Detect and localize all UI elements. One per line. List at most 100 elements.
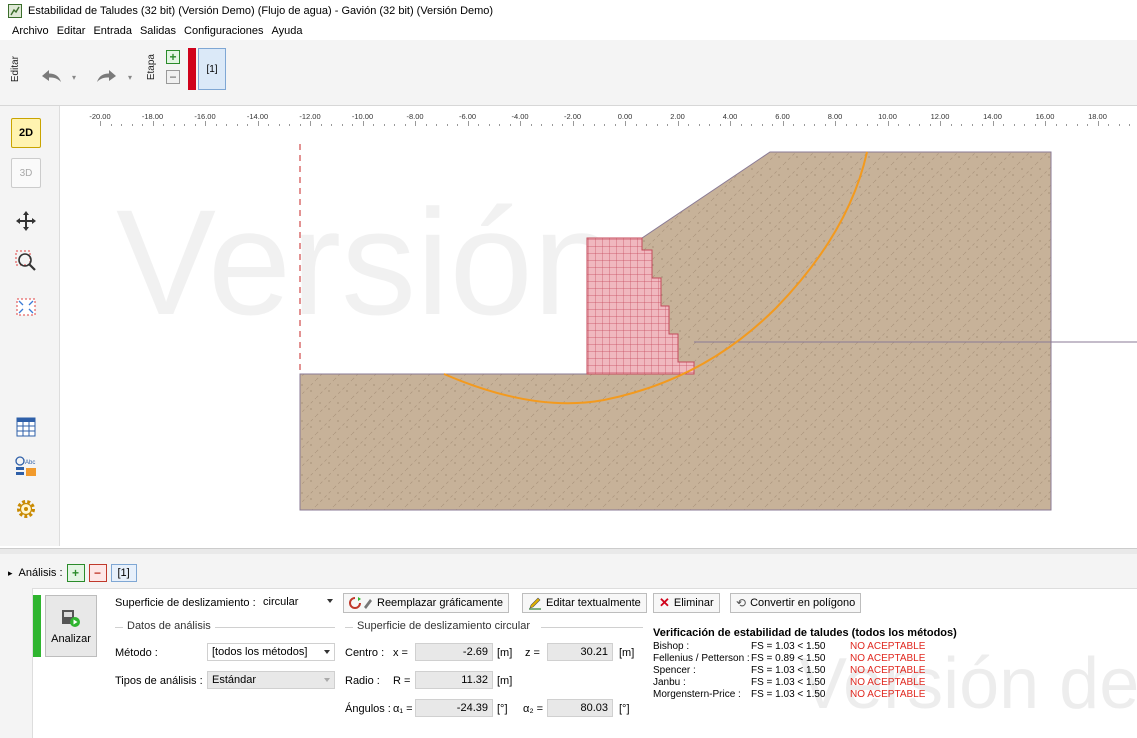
analyze-button[interactable]: Analizar bbox=[45, 595, 97, 657]
ruler-tick bbox=[1097, 121, 1099, 126]
analysis-type-select[interactable]: Estándar bbox=[207, 671, 335, 689]
method-value: [todos los métodos] bbox=[212, 646, 308, 658]
analyze-icon bbox=[62, 610, 80, 627]
svg-text:Abc: Abc bbox=[25, 460, 35, 466]
view-sidebar: 2D 3D Abc bbox=[0, 106, 60, 546]
convert-polygon-label: Convertir en polígono bbox=[750, 597, 856, 609]
ruler-tick bbox=[866, 124, 868, 126]
analyze-button-label: Analizar bbox=[51, 633, 91, 645]
ruler-tick bbox=[803, 124, 805, 126]
move-icon bbox=[16, 211, 36, 231]
alpha2-input[interactable]: 80.03 bbox=[547, 699, 613, 717]
model-canvas[interactable]: Versión dem bbox=[64, 128, 1137, 548]
add-analysis-button[interactable]: + bbox=[66, 564, 85, 582]
radius-input[interactable]: 11.32 bbox=[415, 671, 493, 689]
chevron-down-icon bbox=[324, 678, 330, 682]
minus-icon: − bbox=[169, 70, 177, 84]
redo-dropdown-icon[interactable]: ▾ bbox=[128, 73, 132, 82]
menu-configuraciones[interactable]: Configuraciones bbox=[184, 25, 264, 37]
alpha2-label: α₂ = bbox=[523, 703, 544, 715]
ruler-tick bbox=[236, 124, 238, 126]
move-button[interactable] bbox=[11, 206, 41, 236]
r-unit: [m] bbox=[497, 675, 513, 687]
remove-stage-button[interactable]: − bbox=[166, 70, 180, 84]
stage-tab-1[interactable]: [1] bbox=[198, 48, 226, 90]
ruler-tick bbox=[1076, 124, 1078, 126]
ruler-tick bbox=[1066, 124, 1067, 126]
ruler-tick bbox=[940, 121, 941, 126]
minus-icon: − bbox=[94, 566, 102, 580]
ruler-tick bbox=[1129, 124, 1130, 126]
undo-dropdown-icon[interactable]: ▾ bbox=[72, 73, 76, 82]
view-3d-button[interactable]: 3D bbox=[11, 158, 41, 188]
ruler-tick bbox=[499, 124, 500, 126]
ruler-tick-label: 16.00 bbox=[1035, 112, 1055, 121]
ruler-tick bbox=[761, 124, 763, 126]
ruler-tick-label: 14.00 bbox=[983, 112, 1002, 121]
ruler-tick-label: 10.00 bbox=[878, 112, 897, 121]
table-view-button[interactable] bbox=[11, 412, 41, 442]
ruler-tick bbox=[184, 124, 185, 126]
add-stage-button[interactable]: + bbox=[166, 50, 180, 64]
undo-button[interactable] bbox=[36, 64, 66, 88]
delete-button[interactable]: ✕ Eliminar bbox=[653, 593, 720, 613]
ruler-tick bbox=[656, 124, 658, 126]
ruler-tick bbox=[205, 121, 206, 126]
ruler-tick bbox=[877, 124, 878, 126]
ruler-tick bbox=[824, 124, 826, 126]
zoom-icon bbox=[15, 250, 36, 271]
circle-group-title: Superficie de deslizamiento circular bbox=[357, 620, 531, 632]
analysis-panel: ▸ Análisis : + − [1] Versión de Analizar… bbox=[0, 554, 1137, 738]
replace-graphically-button[interactable]: Reemplazar gráficamente bbox=[343, 593, 509, 613]
ruler-tick bbox=[845, 124, 847, 126]
ruler-tick bbox=[362, 121, 364, 126]
labels-button[interactable]: Abc bbox=[11, 452, 41, 482]
analysis-stage-bar: ▸ Análisis : + − [1] bbox=[8, 562, 137, 584]
ruler-tick bbox=[121, 124, 122, 126]
menu-ayuda[interactable]: Ayuda bbox=[272, 25, 303, 37]
ruler-tick bbox=[646, 124, 647, 126]
zoom-extents-button[interactable] bbox=[11, 292, 41, 322]
center-z-input[interactable]: 30.21 bbox=[547, 643, 613, 661]
ruler-tick bbox=[1108, 124, 1109, 126]
remove-analysis-button[interactable]: − bbox=[88, 564, 107, 582]
method-select[interactable]: [todos los métodos] bbox=[207, 643, 335, 661]
slip-surface-select[interactable]: circular bbox=[259, 593, 337, 611]
ruler-tick bbox=[583, 124, 584, 126]
replace-graphically-label: Reemplazar gráficamente bbox=[377, 597, 503, 609]
ruler-tick bbox=[173, 124, 175, 126]
alpha1-input[interactable]: -24.39 bbox=[415, 699, 493, 717]
ruler-tick bbox=[415, 121, 416, 126]
result-method-janbu: Janbu : bbox=[653, 677, 686, 688]
ruler-tick bbox=[331, 124, 332, 126]
slope-model-drawing bbox=[299, 144, 1137, 511]
menu-entrada[interactable]: Entrada bbox=[93, 25, 132, 37]
alpha1-label: α₁ = bbox=[393, 703, 413, 715]
gear-icon bbox=[17, 500, 35, 518]
convert-polygon-button[interactable]: ⟲ Convertir en polígono bbox=[730, 593, 862, 613]
redo-button[interactable] bbox=[92, 64, 122, 88]
view-2d-button[interactable]: 2D bbox=[11, 118, 41, 148]
x-unit: [m] bbox=[497, 647, 513, 659]
analysis-tab-1[interactable]: [1] bbox=[110, 564, 137, 582]
ruler-tick bbox=[782, 121, 784, 126]
zoom-button[interactable] bbox=[11, 246, 41, 276]
angles-label: Ángulos : bbox=[345, 703, 391, 715]
analysis-status-bar bbox=[33, 595, 41, 657]
ruler-tick-label: -10.00 bbox=[351, 112, 374, 121]
ruler-tick-label: 18.00 bbox=[1088, 112, 1107, 121]
center-x-input[interactable]: -2.69 bbox=[415, 643, 493, 661]
ruler-tick bbox=[352, 124, 353, 126]
menu-editar[interactable]: Editar bbox=[57, 25, 86, 37]
menu-salidas[interactable]: Salidas bbox=[140, 25, 176, 37]
plus-icon: + bbox=[72, 566, 80, 580]
ruler-tick-label: -4.00 bbox=[511, 112, 529, 121]
menu-archivo[interactable]: Archivo bbox=[12, 25, 49, 37]
x-label: x = bbox=[393, 647, 408, 659]
analysis-content: Versión de Analizar Superficie de desliz… bbox=[32, 588, 1137, 738]
menu-bar: Archivo Editar Entrada Salidas Configura… bbox=[0, 22, 1137, 40]
settings-button[interactable] bbox=[11, 494, 41, 524]
ruler-tick bbox=[299, 124, 301, 126]
edit-textually-button[interactable]: Editar textualmente bbox=[522, 593, 647, 613]
ruler-tick bbox=[971, 124, 973, 126]
